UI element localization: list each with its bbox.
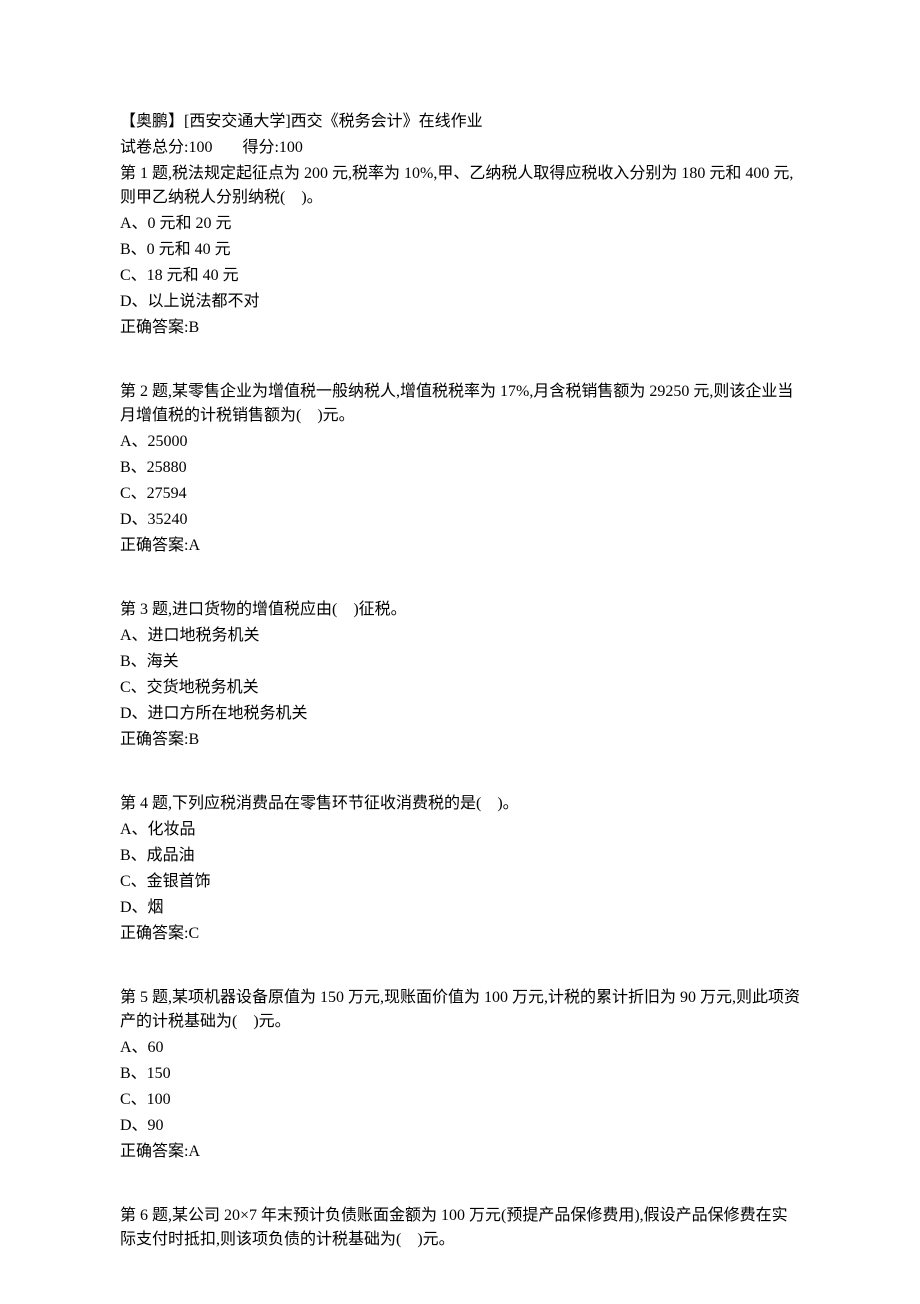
question-option: D、35240: [120, 508, 800, 532]
question-option: B、成品油: [120, 844, 800, 868]
question-block: 第 3 题,进口货物的增值税应由( )征税。A、进口地税务机关B、海关C、交货地…: [120, 598, 800, 752]
question-prompt: 第 3 题,进口货物的增值税应由( )征税。: [120, 598, 800, 622]
question-option: A、化妆品: [120, 818, 800, 842]
question-option: C、交货地税务机关: [120, 676, 800, 700]
question-option: A、25000: [120, 430, 800, 454]
question-prompt: 第 2 题,某零售企业为增值税一般纳税人,增值税税率为 17%,月含税销售额为 …: [120, 380, 800, 428]
question-prompt: 第 1 题,税法规定起征点为 200 元,税率为 10%,甲、乙纳税人取得应税收…: [120, 162, 800, 210]
question-option: A、0 元和 20 元: [120, 212, 800, 236]
question-prompt: 第 4 题,下列应税消费品在零售环节征收消费税的是( )。: [120, 792, 800, 816]
correct-answer: 正确答案:A: [120, 1140, 800, 1164]
question-prompt: 第 6 题,某公司 20×7 年末预计负债账面金额为 100 万元(预提产品保修…: [120, 1204, 800, 1252]
question-option: A、60: [120, 1036, 800, 1060]
total-score-value: 100: [188, 139, 212, 156]
question-block: 第 2 题,某零售企业为增值税一般纳税人,增值税税率为 17%,月含税销售额为 …: [120, 380, 800, 558]
question-option: B、150: [120, 1062, 800, 1086]
question-option: B、25880: [120, 456, 800, 480]
correct-answer: 正确答案:C: [120, 922, 800, 946]
correct-answer: 正确答案:B: [120, 316, 800, 340]
question-block: 第 5 题,某项机器设备原值为 150 万元,现账面价值为 100 万元,计税的…: [120, 986, 800, 1164]
question-option: D、烟: [120, 896, 800, 920]
question-option: B、0 元和 40 元: [120, 238, 800, 262]
total-score-label: 试卷总分:: [120, 139, 188, 156]
question-option: A、进口地税务机关: [120, 624, 800, 648]
questions-container: 第 1 题,税法规定起征点为 200 元,税率为 10%,甲、乙纳税人取得应税收…: [120, 162, 800, 1252]
question-option: C、金银首饰: [120, 870, 800, 894]
question-option: C、27594: [120, 482, 800, 506]
obtained-score-value: 100: [279, 139, 303, 156]
obtained-score-label: 得分:: [242, 139, 278, 156]
question-option: D、以上说法都不对: [120, 290, 800, 314]
correct-answer: 正确答案:B: [120, 728, 800, 752]
question-option: C、18 元和 40 元: [120, 264, 800, 288]
question-option: D、90: [120, 1114, 800, 1138]
question-prompt: 第 5 题,某项机器设备原值为 150 万元,现账面价值为 100 万元,计税的…: [120, 986, 800, 1034]
question-option: D、进口方所在地税务机关: [120, 702, 800, 726]
question-option: B、海关: [120, 650, 800, 674]
correct-answer: 正确答案:A: [120, 534, 800, 558]
question-block: 第 6 题,某公司 20×7 年末预计负债账面金额为 100 万元(预提产品保修…: [120, 1204, 800, 1252]
question-block: 第 1 题,税法规定起征点为 200 元,税率为 10%,甲、乙纳税人取得应税收…: [120, 162, 800, 340]
question-option: C、100: [120, 1088, 800, 1112]
question-block: 第 4 题,下列应税消费品在零售环节征收消费税的是( )。A、化妆品B、成品油C…: [120, 792, 800, 946]
score-line: 试卷总分:100得分:100: [120, 136, 800, 160]
exam-title: 【奥鹏】[西安交通大学]西交《税务会计》在线作业: [120, 110, 800, 134]
